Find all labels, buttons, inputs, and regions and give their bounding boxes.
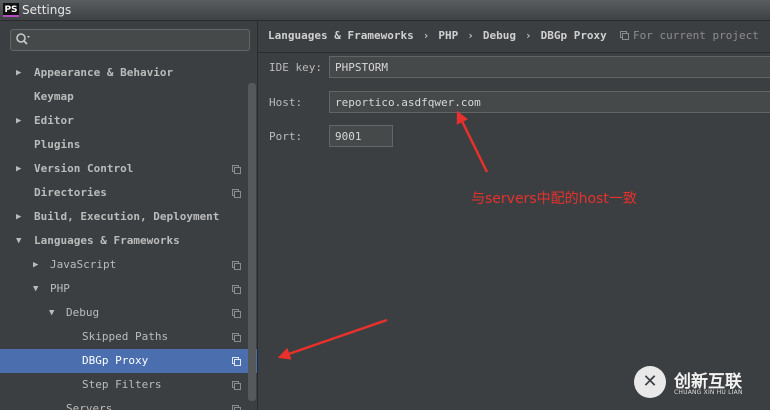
title-bar: PS Settings bbox=[0, 0, 770, 21]
project-level-icon bbox=[232, 309, 241, 318]
phpstorm-logo-icon: PS bbox=[3, 3, 19, 17]
expand-arrow-right-icon[interactable]: ▶ bbox=[33, 253, 38, 277]
sidebar-item-keymap[interactable]: Keymap bbox=[0, 85, 257, 109]
project-level-icon bbox=[232, 165, 241, 174]
settings-tree: ▶ Appearance & Behavior Keymap ▶ Editor Plugi… bbox=[0, 61, 257, 410]
watermark-logo: ✕ 创新互联 CHUANG XIN HU LIAN bbox=[634, 364, 764, 404]
copy-icon bbox=[620, 31, 629, 40]
project-level-icon bbox=[232, 285, 241, 294]
sidebar-item-version-control[interactable]: ▶ Version Control bbox=[0, 157, 257, 181]
breadcrumb-item-php: PHP bbox=[438, 29, 459, 42]
port-label: Port: bbox=[269, 130, 303, 143]
settings-search-input[interactable] bbox=[10, 29, 250, 51]
ide-key-input[interactable]: PHPSTORM bbox=[329, 56, 770, 78]
project-level-icon bbox=[232, 357, 241, 366]
project-level-icon bbox=[232, 333, 241, 342]
sidebar-item-directories[interactable]: Directories bbox=[0, 181, 257, 205]
expand-arrow-right-icon[interactable]: ▶ bbox=[16, 157, 21, 181]
project-level-icon bbox=[232, 405, 241, 410]
breadcrumb-item-debug: Debug bbox=[482, 29, 516, 42]
breadcrumb-separator: › bbox=[467, 29, 474, 42]
expand-arrow-down-icon[interactable]: ▼ bbox=[16, 229, 21, 253]
sidebar-item-servers[interactable]: Servers bbox=[0, 397, 257, 410]
sidebar-item-label: PHP bbox=[50, 282, 70, 295]
settings-sidebar: ▶ Appearance & Behavior Keymap ▶ Editor Plugi… bbox=[0, 21, 258, 410]
sidebar-item-label: Plugins bbox=[34, 138, 81, 151]
sidebar-item-label: JavaScript bbox=[50, 258, 117, 271]
expand-arrow-down-icon[interactable]: ▼ bbox=[33, 277, 38, 301]
sidebar-item-php[interactable]: ▼ PHP bbox=[0, 277, 257, 301]
breadcrumb-item-languages: Languages & Frameworks bbox=[268, 29, 414, 42]
sidebar-item-label: Servers bbox=[66, 402, 113, 410]
watermark-en-text: CHUANG XIN HU LIAN bbox=[674, 389, 743, 396]
breadcrumb-item-dbgp-proxy: DBGp Proxy bbox=[540, 29, 607, 42]
sidebar-item-label: Languages & Frameworks bbox=[34, 234, 180, 247]
for-current-project-label: For current project bbox=[633, 29, 759, 42]
sidebar-item-dbgp-proxy[interactable]: DBGp Proxy bbox=[0, 349, 257, 373]
sidebar-item-step-filters[interactable]: Step Filters bbox=[0, 373, 257, 397]
sidebar-item-appearance[interactable]: ▶ Appearance & Behavior bbox=[0, 61, 257, 85]
project-level-icon bbox=[232, 261, 241, 270]
sidebar-item-label: Editor bbox=[34, 114, 74, 127]
sidebar-item-build[interactable]: ▶ Build, Execution, Deployment bbox=[0, 205, 257, 229]
project-level-icon bbox=[232, 189, 241, 198]
sidebar-item-languages[interactable]: ▼ Languages & Frameworks bbox=[0, 229, 257, 253]
annotation-text: 与servers中配的host一致 bbox=[471, 191, 637, 207]
host-label: Host: bbox=[269, 96, 303, 109]
breadcrumb-separator: › bbox=[422, 29, 430, 42]
project-level-icon bbox=[232, 381, 241, 390]
for-current-project-note: For current project bbox=[620, 28, 759, 44]
expand-arrow-right-icon[interactable]: ▶ bbox=[16, 205, 21, 229]
header-divider bbox=[258, 52, 770, 53]
ide-key-label: IDE key: bbox=[269, 61, 322, 74]
expand-arrow-right-icon[interactable]: ▶ bbox=[16, 61, 21, 85]
watermark-logo-icon: ✕ bbox=[634, 366, 666, 398]
sidebar-item-label: Step Filters bbox=[82, 378, 162, 391]
sidebar-item-debug[interactable]: ▼ Debug bbox=[0, 301, 257, 325]
breadcrumb: Languages & Frameworks › PHP › Debug › DBGp Pr… bbox=[268, 28, 607, 44]
sidebar-item-label: Keymap bbox=[34, 90, 74, 103]
expand-arrow-right-icon[interactable]: ▶ bbox=[16, 109, 21, 133]
sidebar-item-javascript[interactable]: ▶ JavaScript bbox=[0, 253, 257, 277]
sidebar-scrollbar[interactable] bbox=[248, 83, 256, 401]
sidebar-item-label: Directories bbox=[34, 186, 107, 199]
window-title: Settings bbox=[22, 3, 72, 17]
expand-arrow-down-icon[interactable]: ▼ bbox=[49, 301, 54, 325]
host-input[interactable]: reportico.asdfqwer.com bbox=[329, 91, 770, 113]
breadcrumb-separator: › bbox=[524, 29, 532, 42]
sidebar-item-plugins[interactable]: Plugins bbox=[0, 133, 257, 157]
sidebar-item-label: Version Control bbox=[34, 162, 134, 175]
sidebar-item-label: DBGp Proxy bbox=[82, 354, 149, 367]
sidebar-item-label: Appearance & Behavior bbox=[34, 66, 174, 79]
port-input[interactable]: 9001 bbox=[329, 125, 393, 147]
sidebar-item-label: Skipped Paths bbox=[82, 330, 169, 343]
sidebar-item-label: Debug bbox=[66, 306, 100, 319]
search-icon[interactable] bbox=[15, 32, 31, 48]
settings-content-panel: Languages & Frameworks › PHP › Debug › DBGp Pr… bbox=[258, 21, 770, 410]
sidebar-item-editor[interactable]: ▶ Editor bbox=[0, 109, 257, 133]
sidebar-item-label: Build, Execution, Deployment bbox=[34, 210, 220, 223]
sidebar-item-skipped-paths[interactable]: Skipped Paths bbox=[0, 325, 257, 349]
